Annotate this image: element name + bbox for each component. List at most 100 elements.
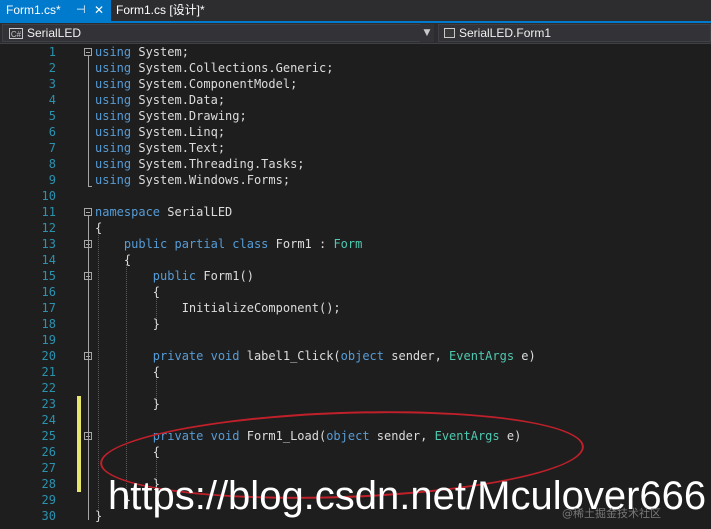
tab-form1-cs-label: Form1.cs*	[6, 3, 61, 17]
line-number: 20	[41, 349, 56, 363]
code-token: EventArgs	[449, 349, 515, 363]
code-token: {	[95, 221, 103, 235]
line-number: 8	[48, 157, 56, 171]
line-number: 15	[41, 269, 56, 283]
code-line: public partial class Form1 : Form	[95, 236, 362, 252]
code-line: using System.Threading.Tasks;	[95, 156, 305, 172]
code-token: private void	[152, 349, 240, 363]
line-number: 6	[48, 125, 56, 139]
line-number: 22	[41, 381, 56, 395]
line-number: 2	[48, 61, 56, 75]
code-token: {	[95, 365, 161, 379]
code-line: using System.Linq;	[95, 124, 225, 140]
code-line: using System.Collections.Generic;	[95, 60, 333, 76]
code-token: }	[95, 509, 103, 523]
code-token: using	[95, 93, 132, 107]
chevron-down-icon[interactable]: ▼	[420, 24, 434, 42]
collapse-icon[interactable]	[84, 208, 92, 216]
close-icon[interactable]: ✕	[94, 0, 104, 21]
code-line: }	[95, 316, 160, 332]
code-token: public	[152, 269, 197, 283]
line-number: 13	[41, 237, 56, 251]
line-number: 17	[41, 301, 56, 315]
class-icon	[444, 28, 455, 38]
code-token: System.Data;	[131, 93, 226, 107]
line-number: 3	[48, 77, 56, 91]
collapse-icon[interactable]	[84, 240, 92, 248]
code-token: System.Threading.Tasks;	[131, 157, 305, 171]
code-token: }	[95, 317, 161, 331]
line-number: 26	[41, 445, 56, 459]
outline-end	[88, 186, 92, 187]
code-line: {	[95, 364, 160, 380]
code-line: using System.ComponentModel;	[95, 76, 297, 92]
line-number: 18	[41, 317, 56, 331]
code-token: Form1()	[196, 269, 254, 283]
code-token: using	[95, 45, 132, 59]
code-token: sender,	[384, 349, 450, 363]
collapse-icon[interactable]	[84, 352, 92, 360]
code-token: using	[95, 61, 132, 75]
code-line: }	[95, 396, 160, 412]
code-token: namespace	[95, 205, 161, 219]
line-number: 4	[48, 93, 56, 107]
line-number: 24	[41, 413, 56, 427]
code-token: InitializeComponent();	[95, 301, 341, 315]
collapse-icon[interactable]	[84, 48, 92, 56]
code-line: }	[95, 508, 102, 524]
line-number: 10	[41, 189, 56, 203]
code-line: using System.Text;	[95, 140, 225, 156]
code-token: using	[95, 77, 132, 91]
line-number: 23	[41, 397, 56, 411]
code-token: using	[95, 141, 132, 155]
code-token: System;	[131, 45, 189, 59]
line-number: 30	[41, 509, 56, 523]
code-token: using	[95, 157, 132, 171]
code-token: Form1	[275, 237, 312, 251]
outline-line	[88, 56, 89, 186]
code-line: using System.Data;	[95, 92, 225, 108]
change-marker	[77, 396, 81, 492]
line-number: 5	[48, 109, 56, 123]
line-number: 25	[41, 429, 56, 443]
editor-margin	[0, 44, 23, 529]
code-token: label1_Click(	[239, 349, 341, 363]
line-number: 29	[41, 493, 56, 507]
line-number: 28	[41, 477, 56, 491]
code-token: System.Text;	[131, 141, 226, 155]
document-tab-bar: Form1.cs* ⊣ ✕ Form1.cs [设计]*	[0, 0, 711, 21]
code-line: private void label1_Click(object sender,…	[95, 348, 536, 364]
code-line: {	[95, 284, 160, 300]
code-token: using	[95, 109, 132, 123]
code-line: {	[95, 220, 102, 236]
code-line: using System.Drawing;	[95, 108, 247, 124]
code-line: InitializeComponent();	[95, 300, 341, 316]
code-line: {	[95, 252, 131, 268]
code-token: System.Drawing;	[131, 109, 247, 123]
code-token: }	[95, 397, 161, 411]
collapse-icon[interactable]	[84, 432, 92, 440]
code-token: :	[311, 237, 334, 251]
tab-form1-designer[interactable]: Form1.cs [设计]*	[111, 0, 221, 21]
watermark-credit: @稀土掘金技术社区	[562, 507, 661, 520]
class-dropdown[interactable]: SerialLED.Form1	[438, 24, 711, 42]
code-line: using System.Windows.Forms;	[95, 172, 290, 188]
collapse-icon[interactable]	[84, 272, 92, 280]
project-dropdown-label: SerialLED	[27, 26, 82, 40]
pin-icon[interactable]: ⊣	[76, 0, 86, 21]
code-token: {	[95, 253, 132, 267]
tab-form1-cs[interactable]: Form1.cs* ⊣ ✕	[0, 0, 111, 21]
line-number: 14	[41, 253, 56, 267]
line-number: 27	[41, 461, 56, 475]
project-dropdown[interactable]: C# SerialLED	[2, 24, 432, 42]
code-line: namespace SerialLED	[95, 204, 232, 220]
code-token: object	[340, 349, 385, 363]
code-token: System.ComponentModel;	[131, 77, 298, 91]
line-number: 9	[48, 173, 56, 187]
class-dropdown-label: SerialLED.Form1	[459, 26, 552, 40]
outline-line	[88, 216, 89, 520]
code-token: {	[95, 285, 161, 299]
